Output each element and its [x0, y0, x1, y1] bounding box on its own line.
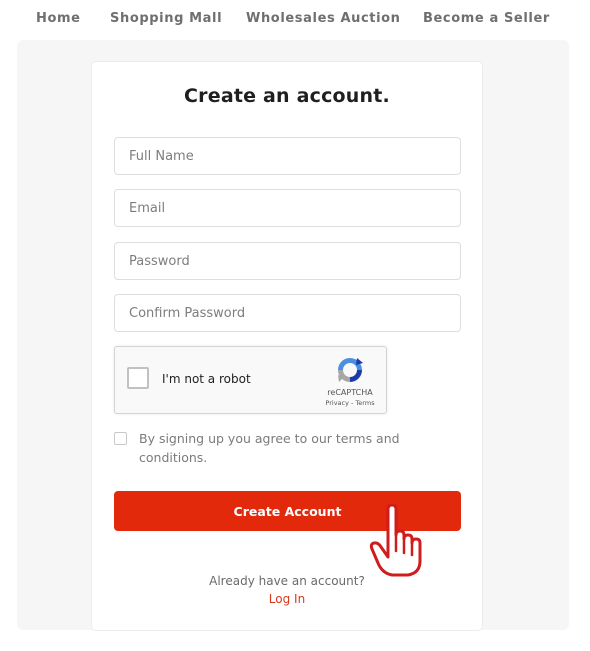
page-title: Create an account. [184, 85, 390, 107]
recaptcha-widget: I'm not a robot reCAPTCHA Privacy - Term… [114, 346, 387, 414]
create-account-button[interactable]: Create Account [114, 491, 461, 531]
recaptcha-checkbox[interactable] [127, 367, 149, 389]
login-prompt: Already have an account? [209, 574, 365, 588]
confirm-password-field[interactable] [114, 294, 461, 332]
signup-card: Create an account. I'm not a robot reCAP… [91, 61, 483, 631]
top-nav: Home Shopping Mall Wholesales Auction Be… [0, 0, 590, 38]
nav-item-wholesales-auction[interactable]: Wholesales Auction [246, 11, 401, 26]
recaptcha-privacy-terms-links[interactable]: Privacy - Terms [316, 399, 384, 407]
recaptcha-label: I'm not a robot [162, 372, 251, 386]
nav-item-shopping-mall[interactable]: Shopping Mall [110, 11, 222, 26]
nav-item-home[interactable]: Home [36, 11, 81, 26]
login-link[interactable]: Log In [92, 592, 482, 606]
terms-label: By signing up you agree to our terms and… [139, 431, 400, 465]
recaptcha-brand: reCAPTCHA [327, 388, 373, 397]
nav-item-become-a-seller[interactable]: Become a Seller [423, 11, 550, 26]
email-field[interactable] [114, 189, 461, 227]
recaptcha-logo-icon [338, 358, 363, 382]
terms-checkbox[interactable] [114, 432, 127, 445]
full-name-field[interactable] [114, 137, 461, 175]
password-field[interactable] [114, 242, 461, 280]
